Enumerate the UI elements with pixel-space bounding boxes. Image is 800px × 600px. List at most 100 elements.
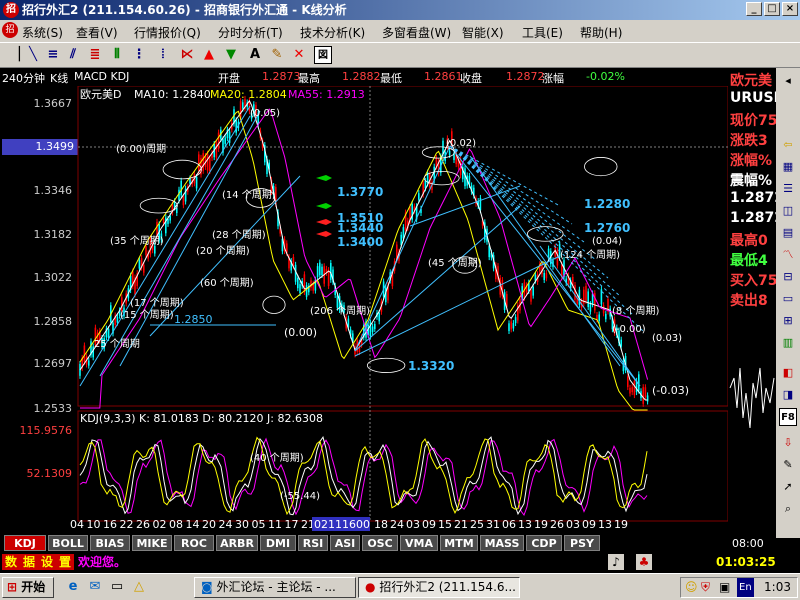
line-icon[interactable]: ╲ bbox=[24, 46, 42, 64]
tab-vma[interactable]: VMA bbox=[400, 535, 438, 551]
pencil-icon[interactable]: ✎ bbox=[779, 456, 797, 474]
quote-symbol[interactable]: 欧元美 bbox=[730, 70, 776, 90]
cycle-icon[interactable]: ⦀ bbox=[108, 46, 126, 64]
sell-signal-icon bbox=[316, 219, 332, 225]
list-icon[interactable]: ☰ bbox=[779, 180, 797, 198]
f8-button[interactable]: F8 bbox=[779, 408, 797, 426]
tab-rsi[interactable]: RSI bbox=[298, 535, 328, 551]
parallel-line-icon[interactable]: ≡ bbox=[44, 46, 62, 64]
tab-mtm[interactable]: MTM bbox=[440, 535, 478, 551]
minus-icon[interactable]: ⊟ bbox=[779, 268, 797, 286]
minimize-button[interactable]: _ bbox=[746, 2, 762, 16]
menu-system[interactable]: 系统(S) bbox=[22, 24, 63, 41]
arrow-down-icon[interactable]: ▼ bbox=[222, 46, 240, 64]
menu-technical[interactable]: 技术分析(K) bbox=[300, 24, 365, 41]
period-label[interactable]: 240分钟 bbox=[2, 70, 45, 86]
table-icon[interactable]: ▤ bbox=[779, 224, 797, 242]
logo-icon[interactable]: 招 bbox=[2, 22, 18, 38]
candle-body bbox=[371, 326, 374, 332]
grid-icon[interactable]: ▦ bbox=[779, 158, 797, 176]
maximize-button[interactable]: □ bbox=[764, 2, 780, 16]
menu-smart[interactable]: 智能(X) bbox=[462, 24, 504, 41]
bar-chart-icon[interactable]: ▥ bbox=[779, 334, 797, 352]
time-axis-label: 06 bbox=[502, 518, 516, 531]
menu-view[interactable]: 查看(V) bbox=[76, 24, 118, 41]
plus-icon[interactable]: ⊞ bbox=[779, 312, 797, 330]
logo-icon[interactable]: 招 bbox=[3, 2, 19, 18]
speaker-icon[interactable]: ♪ bbox=[608, 554, 624, 570]
menu-quotes[interactable]: 行情报价(Q) bbox=[134, 24, 201, 41]
task-forum[interactable]: ◙ 外汇论坛 - 主论坛 - ... bbox=[194, 577, 356, 598]
ie-icon[interactable]: e bbox=[64, 578, 82, 596]
quote-last: 现价75 bbox=[730, 113, 776, 129]
desktop-icon[interactable]: ▭ bbox=[108, 578, 126, 596]
golden-line-icon[interactable]: ≣ bbox=[86, 46, 104, 64]
status-badge[interactable]: 置 bbox=[56, 554, 74, 570]
tab-arbr[interactable]: ARBR bbox=[216, 535, 258, 551]
shield-icon[interactable]: ⛨ bbox=[701, 578, 710, 597]
channel-icon[interactable]: ⫽ bbox=[64, 46, 82, 64]
tab-mike[interactable]: MIKE bbox=[132, 535, 172, 551]
menu-help[interactable]: 帮助(H) bbox=[580, 24, 622, 41]
menu-timeshare[interactable]: 分时分析(T) bbox=[218, 24, 283, 41]
line-chart-icon[interactable]: 〽 bbox=[779, 246, 797, 264]
tile-icon[interactable]: ◧ bbox=[779, 364, 797, 382]
arrow-left-icon[interactable]: ⇦ bbox=[779, 136, 797, 154]
open-label: 开盘 bbox=[218, 72, 240, 85]
arrow-up-icon[interactable]: ▲ bbox=[200, 46, 218, 64]
cycle-annotation: (15 个周期) bbox=[120, 309, 174, 321]
network-icon[interactable]: ▣ bbox=[719, 578, 730, 597]
eraser-icon[interactable]: ✎ bbox=[268, 46, 286, 64]
kdj-lines bbox=[79, 436, 648, 517]
cycle-icon[interactable]: ⋮ bbox=[130, 46, 148, 64]
candle-body bbox=[182, 196, 185, 206]
gann-fan-icon[interactable]: ⋉ bbox=[178, 46, 196, 64]
tab-kdj[interactable]: KDJ bbox=[4, 535, 46, 551]
tab-boll[interactable]: BOLL bbox=[48, 535, 88, 551]
candle-body bbox=[543, 272, 545, 281]
task-forex[interactable]: ● 招行外汇2 (211.154.6... bbox=[358, 577, 520, 598]
start-button[interactable]: ⊞ 开始 bbox=[2, 577, 54, 598]
tab-mass[interactable]: MASS bbox=[480, 535, 524, 551]
alert-icon[interactable]: ♣ bbox=[636, 554, 652, 570]
close-button[interactable]: × bbox=[782, 2, 798, 16]
tile-icon[interactable]: ◨ bbox=[779, 386, 797, 404]
tab-roc[interactable]: ROC bbox=[174, 535, 214, 551]
text-tool-button[interactable]: A bbox=[246, 46, 264, 64]
time-axis-label: 09 bbox=[422, 518, 436, 531]
smile-icon[interactable]: ☺ bbox=[685, 578, 698, 597]
status-badge[interactable]: 数 bbox=[2, 554, 20, 570]
menu-multiwindow[interactable]: 多窗看盘(W) bbox=[382, 24, 451, 41]
cursor-icon[interactable]: ➚ bbox=[779, 478, 797, 496]
browser-icon: ◙ bbox=[201, 580, 213, 594]
kline-chart[interactable]: 欧元美D MA10: 1.2840 MA20: 1.2804 MA55: 1.2… bbox=[0, 86, 728, 536]
tab-bias[interactable]: BIAS bbox=[90, 535, 130, 551]
language-indicator[interactable]: En bbox=[737, 578, 754, 597]
low-label: 最低 bbox=[380, 72, 402, 85]
outlook-icon[interactable]: ✉ bbox=[86, 578, 104, 596]
status-badge[interactable]: 设 bbox=[38, 554, 56, 570]
candle-body bbox=[378, 312, 380, 322]
status-badge[interactable]: 据 bbox=[20, 554, 38, 570]
tab-dmi[interactable]: DMI bbox=[260, 535, 296, 551]
tab-cdp[interactable]: CDP bbox=[526, 535, 562, 551]
tab-psy[interactable]: PSY bbox=[564, 535, 600, 551]
magnify-icon[interactable]: ⌕ bbox=[779, 500, 797, 518]
candle-body bbox=[587, 291, 589, 307]
tab-asi[interactable]: ASI bbox=[330, 535, 360, 551]
arrow-left-icon[interactable]: ◂ bbox=[779, 72, 797, 90]
menu-tools[interactable]: 工具(E) bbox=[522, 24, 563, 41]
chart-icon[interactable]: ◫ bbox=[779, 202, 797, 220]
time-label: 08:00 bbox=[732, 537, 764, 550]
title-bar[interactable]: 招 招行外汇2 (211.154.60.26) - 招商银行外汇通 - K线分析… bbox=[0, 0, 800, 20]
delete-icon[interactable]: ✕ bbox=[290, 46, 308, 64]
save-icon[interactable]: 図 bbox=[314, 46, 332, 64]
pointer-icon[interactable]: ▕ bbox=[6, 46, 24, 64]
tab-osc[interactable]: OSC bbox=[362, 535, 398, 551]
download-icon[interactable]: ⇩ bbox=[779, 434, 797, 452]
window-icon[interactable]: ▭ bbox=[779, 290, 797, 308]
side-toolbar: ◂ ⇦ ▦ ☰ ◫ ▤ 〽 ⊟ ▭ ⊞ ▥ ◧ ◨ F8 ⇩ ✎ ➚ ⌕ bbox=[776, 68, 800, 538]
cycle-icon[interactable]: ⦙ bbox=[154, 46, 172, 64]
candle-body bbox=[330, 263, 332, 280]
folder-icon[interactable]: △ bbox=[130, 578, 148, 596]
